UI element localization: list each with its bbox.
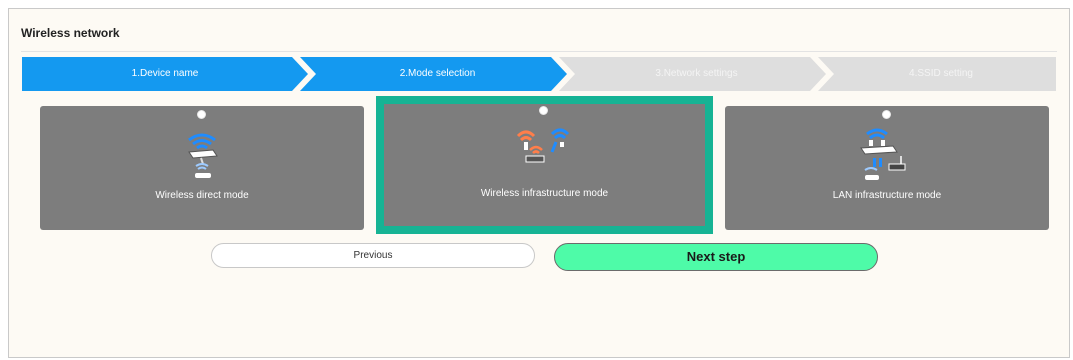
mode-label-lan-infrastructure: LAN infrastructure mode — [832, 190, 942, 201]
step-arrows — [22, 57, 1056, 91]
step-progress-bar: 1.Device name 2.Mode selection 3.Network… — [22, 57, 1056, 91]
wireless-infrastructure-icon — [516, 128, 570, 163]
mode-card-inner: Wireless infrastructure mode — [384, 104, 705, 226]
radio-wireless-infrastructure[interactable] — [539, 106, 548, 115]
divider — [21, 51, 1057, 52]
step-3-arrow — [559, 57, 826, 91]
radio-lan-infrastructure[interactable] — [882, 110, 891, 119]
wireless-direct-icon — [188, 133, 218, 178]
step-4-arrow — [818, 57, 1056, 91]
radio-wireless-direct[interactable] — [197, 110, 206, 119]
mode-card-lan-infrastructure[interactable]: LAN infrastructure mode — [725, 106, 1049, 230]
previous-button[interactable]: Previous — [211, 243, 535, 268]
step-1-arrow — [22, 57, 308, 91]
mode-card-wireless-direct[interactable]: Wireless direct mode — [40, 106, 364, 230]
next-step-button[interactable]: Next step — [554, 243, 878, 271]
mode-card-wireless-infrastructure[interactable]: Wireless infrastructure mode — [376, 96, 713, 234]
lan-infrastructure-icon — [860, 128, 906, 180]
panel-title: Wireless network — [21, 26, 120, 40]
mode-label-wireless-infrastructure: Wireless infrastructure mode — [480, 188, 609, 199]
mode-label-wireless-direct: Wireless direct mode — [155, 190, 249, 201]
step-2-arrow — [300, 57, 567, 91]
